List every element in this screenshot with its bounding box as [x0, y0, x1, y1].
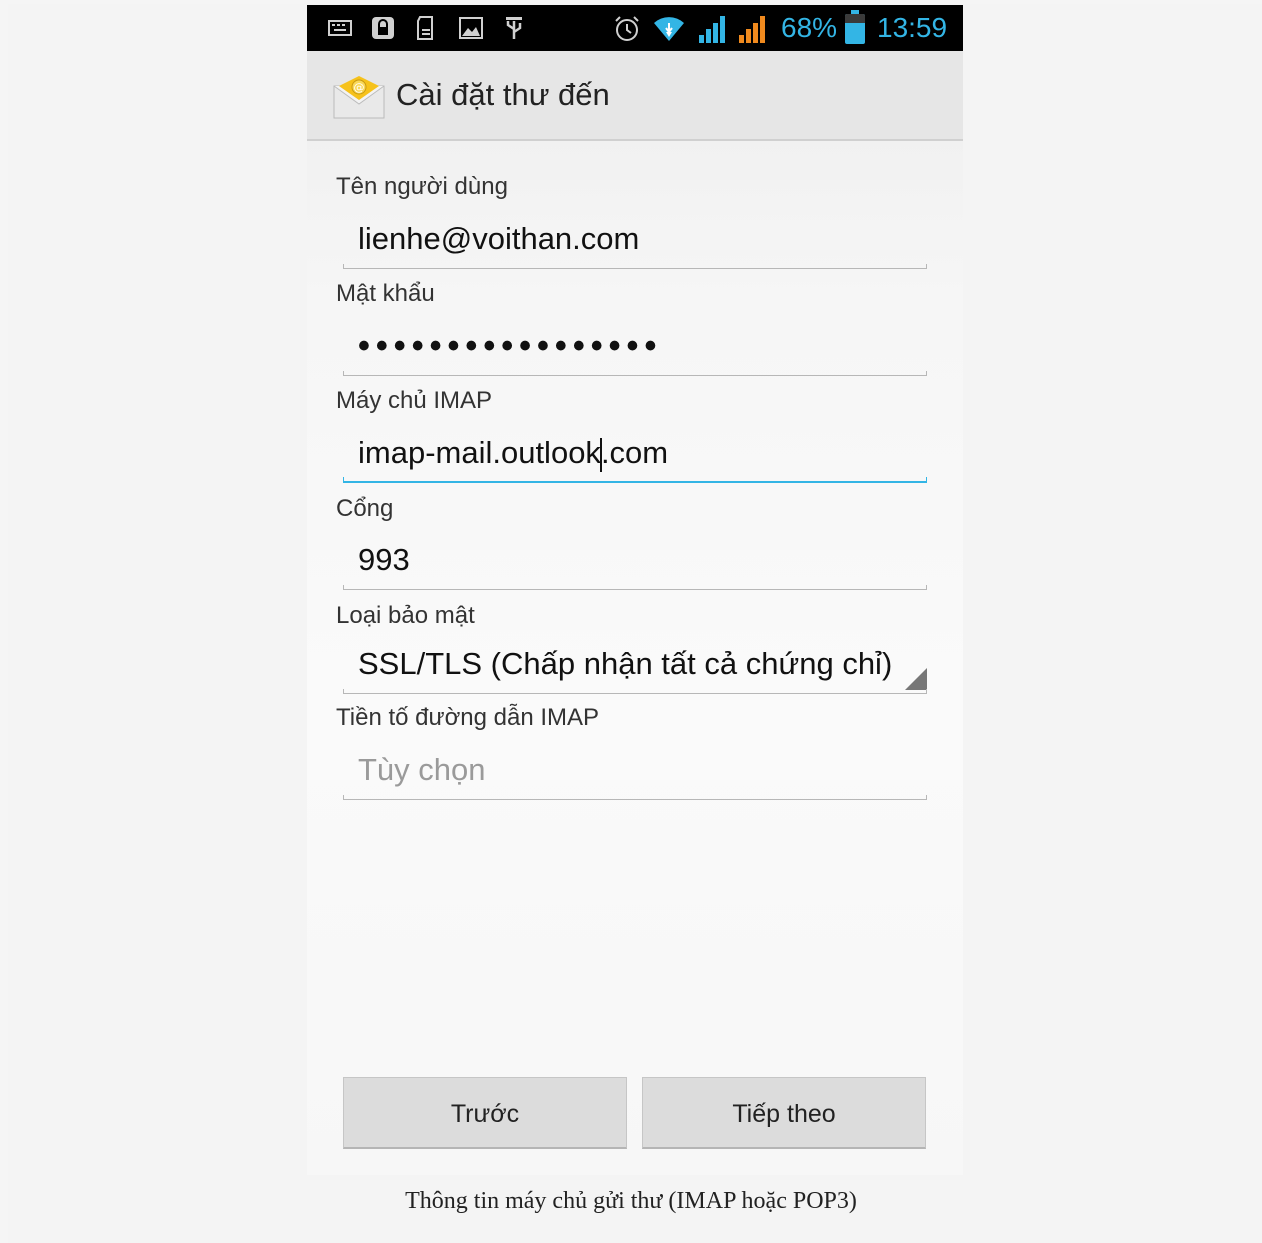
phone-screen: 68% 13:59 @ Cài đặt thư đến Tên người dù…	[307, 5, 963, 1175]
password-label: Mật khẩu	[336, 280, 435, 307]
port-field[interactable]: 993	[343, 534, 927, 590]
path-prefix-placeholder: Tùy chọn	[358, 752, 486, 787]
imap-server-value: imap-mail.outlook.com	[358, 427, 668, 479]
username-label: Tên người dùng	[336, 173, 508, 200]
status-bar: 68% 13:59	[307, 5, 963, 51]
signal-icon	[699, 15, 729, 43]
imap-server-value-before-cursor: imap-mail.outlook	[358, 435, 601, 470]
page-title: Cài đặt thư đến	[396, 77, 610, 112]
figure-caption: Thông tin máy chủ gửi thư (IMAP hoặc POP…	[405, 1188, 857, 1214]
signal-roaming-icon	[739, 15, 769, 43]
username-value: lienhe@voithan.com	[358, 221, 640, 256]
path-prefix-field[interactable]: Tùy chọn	[343, 744, 927, 800]
lock-icon	[370, 15, 396, 41]
sd-card-icon	[414, 15, 440, 41]
previous-button[interactable]: Trước	[343, 1077, 627, 1149]
port-value: 993	[358, 542, 410, 577]
battery-percentage: 68%	[781, 12, 838, 43]
imap-server-value-after-cursor: .com	[600, 435, 669, 470]
imap-server-field[interactable]: imap-mail.outlook.com	[343, 427, 927, 483]
wifi-icon	[652, 15, 686, 41]
email-icon[interactable]: @	[333, 74, 385, 120]
security-type-value: SSL/TLS (Chấp nhận tất cả chứng chỉ)	[358, 646, 893, 681]
keyboard-icon	[327, 15, 353, 41]
alarm-icon	[613, 15, 639, 41]
security-type-label: Loại bảo mật	[336, 602, 475, 629]
port-label: Cổng	[336, 495, 394, 522]
clock: 13:59	[877, 12, 948, 43]
battery-icon	[845, 10, 865, 44]
image-icon	[458, 15, 484, 41]
username-field[interactable]: lienhe@voithan.com	[343, 213, 927, 269]
svg-text:@: @	[354, 81, 365, 94]
imap-server-label: Máy chủ IMAP	[336, 387, 493, 414]
action-bar: @ Cài đặt thư đến	[307, 51, 963, 141]
usb-icon	[501, 15, 527, 41]
password-value: •••••••••••••••••	[358, 327, 663, 365]
security-type-spinner[interactable]: SSL/TLS (Chấp nhận tất cả chứng chỉ)	[343, 638, 927, 694]
next-button[interactable]: Tiếp theo	[642, 1077, 926, 1149]
password-field[interactable]: •••••••••••••••••	[343, 320, 927, 376]
spinner-arrow-icon	[905, 668, 927, 690]
path-prefix-label: Tiền tố đường dẫn IMAP	[336, 704, 600, 731]
